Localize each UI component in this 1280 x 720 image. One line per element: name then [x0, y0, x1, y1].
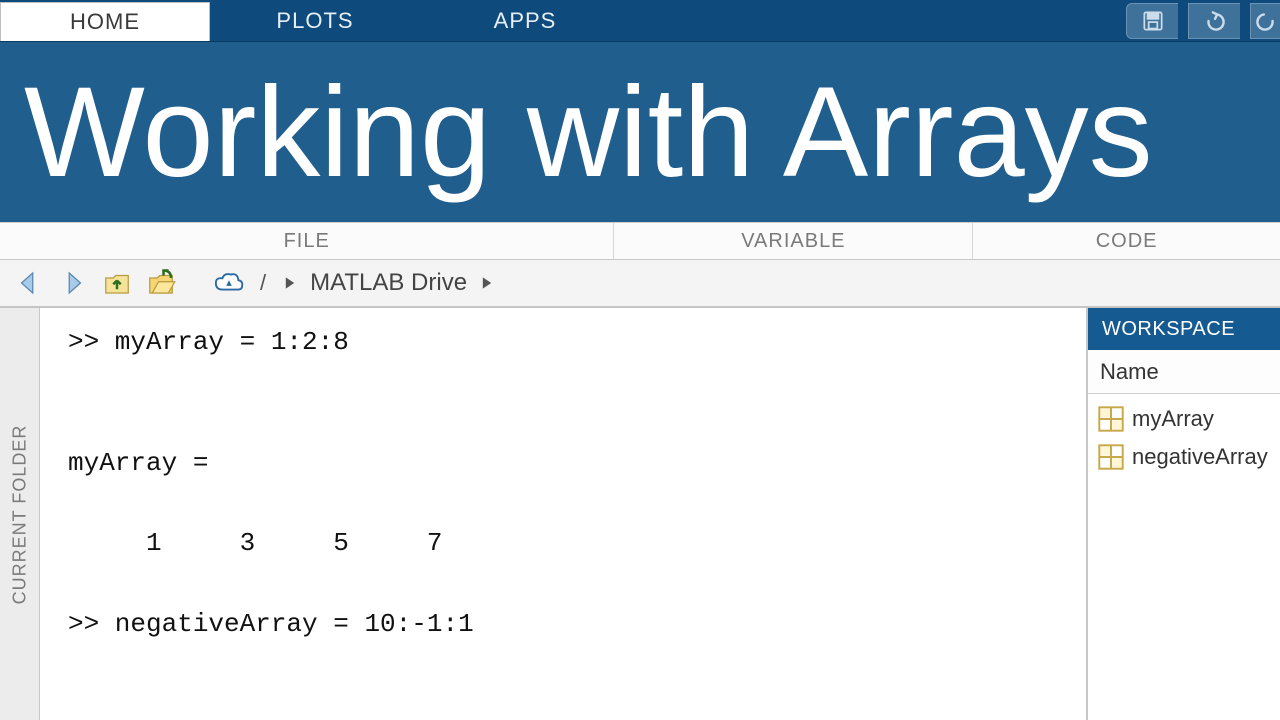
matrix-icon [1098, 444, 1124, 470]
save-icon[interactable] [1126, 3, 1178, 39]
browse-folder-icon[interactable] [144, 266, 178, 300]
tab-home[interactable]: HOME [0, 2, 210, 41]
up-folder-icon[interactable] [100, 266, 134, 300]
forward-icon[interactable] [56, 266, 90, 300]
redo-icon[interactable] [1250, 3, 1280, 39]
path-folder[interactable]: MATLAB Drive [310, 269, 467, 297]
toolstrip-tabs: HOME PLOTS APPS [0, 0, 1280, 42]
workspace-variable[interactable]: negativeArray [1096, 438, 1272, 476]
quick-access-toolbar [1126, 0, 1280, 41]
path-separator: / [256, 270, 270, 296]
tab-plots[interactable]: PLOTS [210, 0, 420, 41]
cloud-icon[interactable] [212, 266, 246, 300]
address-bar: / MATLAB Drive [0, 260, 1280, 308]
back-icon[interactable] [12, 266, 46, 300]
title-banner: Working with Arrays [0, 42, 1280, 222]
group-variable: VARIABLE [614, 223, 973, 259]
page-title: Working with Arrays [24, 59, 1153, 206]
group-code: CODE [973, 223, 1280, 259]
workspace-variable-list: myArray negativeArray [1088, 394, 1280, 482]
toolstrip-groups: FILE VARIABLE CODE [0, 222, 1280, 260]
matrix-icon [1098, 406, 1124, 432]
undo-icon[interactable] [1188, 3, 1240, 39]
workspace-variable[interactable]: myArray [1096, 400, 1272, 438]
workspace-column-name[interactable]: Name [1088, 350, 1280, 394]
current-folder-panel-collapsed[interactable]: CURRENT FOLDER [0, 308, 40, 720]
workspace-variable-name: myArray [1132, 406, 1214, 432]
group-file: FILE [0, 223, 614, 259]
chevron-right-icon[interactable] [280, 273, 300, 293]
current-folder-label: CURRENT FOLDER [9, 424, 30, 604]
workspace-header: WORKSPACE [1088, 308, 1280, 350]
workspace-variable-name: negativeArray [1132, 444, 1268, 470]
workspace-panel: WORKSPACE Name myArray [1088, 308, 1280, 720]
tab-apps[interactable]: APPS [420, 0, 630, 41]
main-content: CURRENT FOLDER >> myArray = 1:2:8 myArra… [0, 308, 1280, 720]
chevron-right-icon[interactable] [477, 273, 497, 293]
command-window[interactable]: >> myArray = 1:2:8 myArray = 1 3 5 7 >> … [40, 308, 1088, 720]
